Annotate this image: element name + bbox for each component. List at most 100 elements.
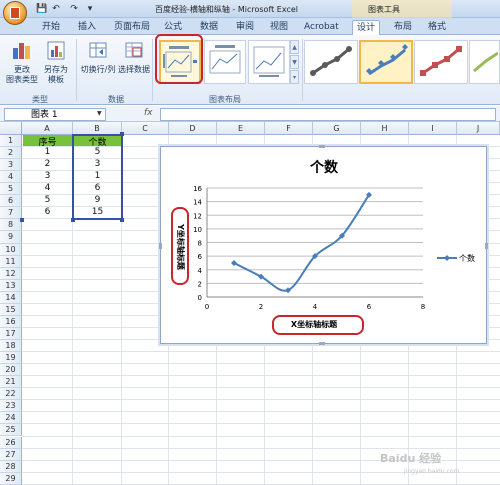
layout-more-icon[interactable]: ▾ <box>290 70 299 84</box>
row-header[interactable]: 23 <box>0 400 22 413</box>
table-cell-index[interactable]: 5 <box>23 195 72 206</box>
row-header[interactable]: 21 <box>0 376 22 389</box>
column-header-f[interactable]: F <box>265 122 313 135</box>
chart-layout-2[interactable] <box>204 40 246 84</box>
chart-object[interactable]: 0 2 4 6 8 10 12 14 16 02468 个数 X坐标轴标题 Y坐标轴标题 个数 <box>159 145 488 345</box>
row-header[interactable]: 13 <box>0 279 22 292</box>
row-header[interactable]: 1 <box>0 135 22 148</box>
layout-scroll-up-icon[interactable]: ▲ <box>290 40 299 54</box>
chart-layout-3[interactable] <box>248 40 290 84</box>
y-tick-labels: 0 2 4 6 8 10 12 14 16 <box>193 185 202 302</box>
y-tick-label: 12 <box>193 212 202 220</box>
row-header[interactable]: 9 <box>0 231 22 244</box>
chart-style-2[interactable] <box>359 40 413 84</box>
row-header[interactable]: 18 <box>0 340 22 353</box>
table-cell-index[interactable]: 2 <box>23 159 72 170</box>
y-tick-label: 14 <box>193 199 202 207</box>
row-header[interactable]: 5 <box>0 183 22 196</box>
row-header[interactable]: 25 <box>0 424 22 437</box>
column-header-g[interactable]: G <box>313 122 361 135</box>
row-header[interactable]: 2 <box>0 147 22 160</box>
row-header[interactable]: 12 <box>0 267 22 280</box>
tab-insert[interactable]: 插入 <box>74 20 100 35</box>
chart-tools-label: 图表工具 <box>368 5 400 14</box>
row-header[interactable]: 11 <box>0 255 22 268</box>
column-header-e[interactable]: E <box>217 122 265 135</box>
chevron-down-icon[interactable]: ▼ <box>97 110 102 117</box>
name-box[interactable]: 图表 1 <box>4 108 106 121</box>
tab-format[interactable]: 格式 <box>424 20 450 35</box>
column-header-h[interactable]: H <box>361 122 409 135</box>
save-icon[interactable]: 💾 <box>36 3 48 15</box>
save-template-label-1: 另存为 <box>44 65 68 74</box>
range-handle[interactable] <box>120 132 124 136</box>
layout-scroll-down-icon[interactable]: ▼ <box>290 55 299 69</box>
office-button[interactable] <box>3 1 27 25</box>
row-header[interactable]: 10 <box>0 243 22 256</box>
row-header[interactable]: 29 <box>0 472 22 485</box>
tab-review[interactable]: 审阅 <box>232 20 258 35</box>
chart-style-3[interactable] <box>414 40 468 84</box>
x-tick-label: 8 <box>421 303 425 311</box>
row-header[interactable]: 7 <box>0 207 22 220</box>
legend-label[interactable]: 个数 <box>459 253 475 263</box>
chart-style-1[interactable] <box>304 40 358 84</box>
row-header[interactable]: 19 <box>0 352 22 365</box>
tab-page-layout[interactable]: 页面布局 <box>110 20 154 35</box>
watermark: Baidu 经验 <box>380 452 442 465</box>
range-handle[interactable] <box>71 218 75 222</box>
row-header[interactable]: 3 <box>0 159 22 172</box>
range-handle[interactable] <box>120 218 124 222</box>
column-header-d[interactable]: D <box>169 122 217 135</box>
table-cell-index[interactable]: 1 <box>23 147 72 158</box>
row-header[interactable]: 8 <box>0 219 22 232</box>
row-header[interactable]: 26 <box>0 436 22 449</box>
chart-style-4[interactable] <box>469 40 500 84</box>
range-handle[interactable] <box>20 218 24 222</box>
select-data-icon <box>125 42 143 58</box>
row-gridline <box>22 351 500 353</box>
formula-input[interactable] <box>160 108 496 121</box>
select-all-corner[interactable] <box>0 122 22 135</box>
table-cell-index[interactable]: 6 <box>23 207 72 218</box>
row-header[interactable]: 27 <box>0 448 22 461</box>
row-header[interactable]: 24 <box>0 412 22 425</box>
row-header[interactable]: 4 <box>0 171 22 184</box>
table-cell-index[interactable]: 3 <box>23 171 72 182</box>
row-header[interactable]: 22 <box>0 388 22 401</box>
x-tick-label: 6 <box>367 303 372 311</box>
tab-home[interactable]: 开始 <box>38 20 64 35</box>
customize-qat-icon[interactable]: ▾ <box>84 3 96 15</box>
row-header[interactable]: 6 <box>0 195 22 208</box>
chart-title[interactable]: 个数 <box>309 159 339 176</box>
undo-icon[interactable]: ↶ <box>50 3 62 15</box>
row-header[interactable]: 16 <box>0 315 22 328</box>
save-as-template-button[interactable]: 另存为 模板 <box>40 40 72 85</box>
tab-acrobat[interactable]: Acrobat <box>300 20 343 35</box>
switch-row-column-button[interactable]: 切换行/列 <box>80 40 116 75</box>
row-header[interactable]: 14 <box>0 291 22 304</box>
table-cell-index[interactable]: 4 <box>23 183 72 194</box>
tab-design[interactable]: 设计 <box>352 20 381 35</box>
row-header[interactable]: 17 <box>0 327 22 340</box>
selection-range <box>72 134 123 220</box>
legend-marker-icon <box>444 255 450 261</box>
tab-formulas[interactable]: 公式 <box>160 20 186 35</box>
y-tick-label: 8 <box>198 240 202 248</box>
tab-view[interactable]: 视图 <box>266 20 292 35</box>
row-header[interactable]: 20 <box>0 364 22 377</box>
fx-icon[interactable]: fx <box>144 108 153 118</box>
row-header[interactable]: 15 <box>0 303 22 316</box>
change-chart-type-button[interactable]: 更改 图表类型 <box>5 40 39 85</box>
tab-layout[interactable]: 布局 <box>390 20 416 35</box>
column-header-i[interactable]: I <box>409 122 457 135</box>
select-data-button[interactable]: 选择数据 <box>116 40 152 75</box>
table-header-index[interactable]: 序号 <box>23 135 72 148</box>
y-tick-label: 0 <box>198 294 202 302</box>
column-header-a[interactable]: A <box>22 122 73 135</box>
column-header-j[interactable]: J <box>457 122 500 135</box>
redo-icon[interactable]: ↷ <box>68 3 80 15</box>
row-header[interactable]: 28 <box>0 460 22 473</box>
tab-data[interactable]: 数据 <box>196 20 222 35</box>
column-header-c[interactable]: C <box>122 122 169 135</box>
